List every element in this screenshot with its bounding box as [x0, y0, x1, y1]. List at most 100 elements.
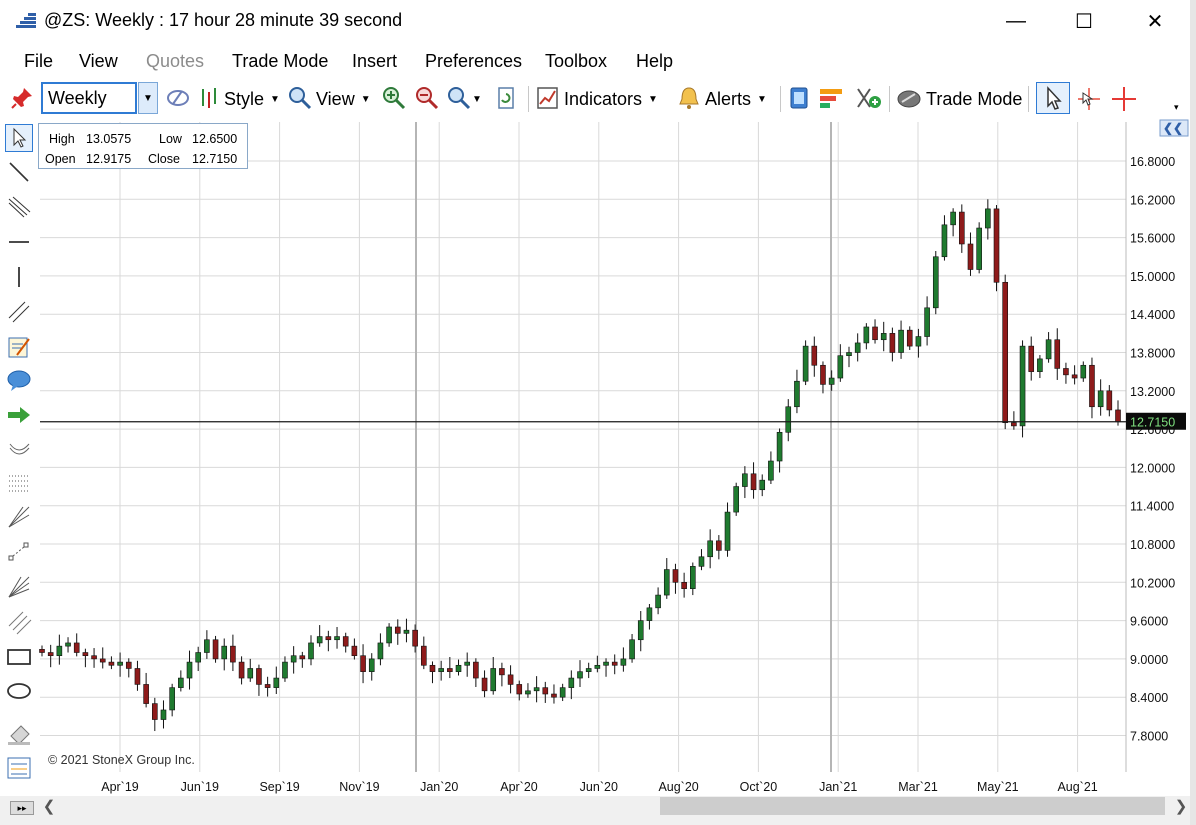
arrow-right-icon[interactable] — [5, 401, 33, 429]
quote-board-icon[interactable] — [788, 86, 810, 110]
zoom-out-icon[interactable] — [414, 86, 440, 110]
menu-insert[interactable]: Insert — [352, 51, 397, 72]
candle-down-body — [811, 345, 818, 366]
open-label: Open — [45, 152, 76, 166]
candle — [290, 646, 297, 674]
heatmap-icon[interactable] — [818, 86, 844, 110]
gann-fan-icon[interactable] — [5, 573, 33, 601]
close-button[interactable]: ✕ — [1130, 4, 1180, 38]
candle — [186, 650, 193, 690]
rectangle-icon[interactable] — [5, 643, 33, 671]
candle — [421, 636, 427, 670]
menu-view[interactable]: View — [79, 51, 118, 72]
refresh-icon[interactable] — [496, 86, 516, 110]
channel-icon[interactable] — [5, 298, 33, 326]
minimize-button[interactable]: — — [991, 4, 1041, 38]
arc-icon[interactable] — [5, 434, 33, 462]
candle-up-body — [290, 655, 297, 663]
trade-mode-button[interactable]: Trade Mode — [926, 86, 1022, 112]
candle-down-body — [611, 661, 618, 666]
candle — [455, 659, 462, 676]
bar-style-icon — [202, 88, 216, 108]
candle-down-body — [1063, 368, 1069, 376]
menu-quotes[interactable]: Quotes — [146, 51, 204, 72]
menu-trade-mode[interactable]: Trade Mode — [232, 51, 328, 72]
expand-panel-button[interactable]: ▸▸ — [10, 801, 34, 815]
x-tick-label: Nov`19 — [339, 780, 379, 794]
candle-down-body — [325, 636, 332, 641]
interval-dropdown-arrow[interactable]: ▼ — [138, 82, 158, 114]
candle — [611, 654, 618, 675]
indicators-label: Indicators — [564, 88, 643, 109]
candle — [143, 672, 149, 708]
candle-down-body — [429, 664, 436, 672]
scroll-right-arrow-icon[interactable]: ❯ — [1170, 796, 1192, 816]
regression-icon[interactable] — [5, 608, 33, 636]
candle — [872, 319, 878, 344]
menu-preferences[interactable]: Preferences — [425, 51, 522, 72]
maximize-button[interactable]: ☐ — [1059, 4, 1109, 38]
candle-up-body — [1045, 339, 1052, 360]
pitchfork-icon[interactable] — [5, 503, 33, 531]
candle — [82, 648, 89, 668]
select-tool[interactable] — [5, 124, 33, 152]
candle-up-body — [698, 556, 705, 567]
pointer-tool-button[interactable] — [1036, 82, 1070, 114]
parallel-lines-icon[interactable] — [5, 193, 33, 221]
toolbar-overflow-icon[interactable]: ▾ — [1174, 102, 1186, 114]
candle-up-body — [160, 709, 167, 720]
candle-up-body — [368, 658, 375, 672]
candle — [603, 658, 609, 677]
y-tick-label: 15.6000 — [1130, 232, 1175, 246]
scrollbar-thumb[interactable] — [660, 797, 1165, 815]
indicators-button[interactable]: Indicators ▼ — [564, 86, 658, 112]
candle — [204, 630, 210, 659]
candle-up-body — [707, 540, 713, 558]
alerts-button[interactable]: Alerts ▼ — [705, 86, 767, 112]
style-button[interactable]: Style ▼ — [224, 86, 280, 112]
fibonacci-icon[interactable] — [5, 469, 33, 497]
eraser-icon[interactable] — [5, 720, 33, 748]
ellipse-icon[interactable] — [5, 677, 33, 705]
candle — [1106, 385, 1113, 417]
horizontal-line-icon[interactable] — [5, 228, 33, 256]
candle — [230, 634, 236, 672]
crosshair-icon[interactable] — [1110, 85, 1138, 113]
pin-icon[interactable] — [10, 86, 34, 110]
candle — [212, 635, 219, 663]
candle — [533, 676, 540, 703]
trendline-icon[interactable] — [5, 158, 33, 186]
zoom-caret-icon[interactable]: ▼ — [472, 86, 482, 112]
candle-down-body — [1028, 345, 1035, 372]
vertical-line-icon[interactable] — [5, 263, 33, 291]
candle — [794, 369, 800, 414]
candle — [959, 204, 965, 253]
candle — [264, 676, 271, 697]
crosshair-pointer-icon[interactable] — [1075, 85, 1103, 113]
candle — [1089, 357, 1095, 419]
menu-help[interactable]: Help — [636, 51, 673, 72]
candle — [785, 399, 792, 442]
candle-up-body — [117, 661, 123, 666]
x-tick-label: Oct`20 — [740, 780, 778, 794]
link-symbol-icon[interactable] — [165, 86, 191, 110]
candle — [247, 658, 254, 682]
object-list-icon[interactable] — [5, 754, 33, 782]
view-button[interactable]: View ▼ — [316, 86, 371, 112]
close-value: 12.7150 — [192, 152, 238, 166]
y-tick-label: 15.0000 — [1130, 270, 1175, 284]
menu-toolbox[interactable]: Toolbox — [545, 51, 607, 72]
note-icon[interactable] — [5, 333, 33, 361]
candle-up-body — [733, 486, 739, 513]
callout-icon[interactable] — [5, 367, 33, 395]
menu-file[interactable]: File — [24, 51, 53, 72]
scroll-left-arrow-icon[interactable]: ❮ — [38, 796, 60, 816]
zoom-menu-icon[interactable] — [447, 86, 471, 110]
price-chart[interactable]: Apr`19 Jun`19 Sep`19 Nov`19 Jan`20 Apr`20 Jun`… — [0, 118, 1196, 798]
cut-add-icon[interactable] — [854, 86, 882, 110]
zoom-in-icon[interactable] — [381, 86, 407, 110]
candle-up-body — [525, 690, 531, 695]
interval-select[interactable]: Weekly — [41, 82, 137, 114]
ruler-icon[interactable] — [5, 538, 33, 566]
x-tick-label: Aug`21 — [1057, 780, 1097, 794]
